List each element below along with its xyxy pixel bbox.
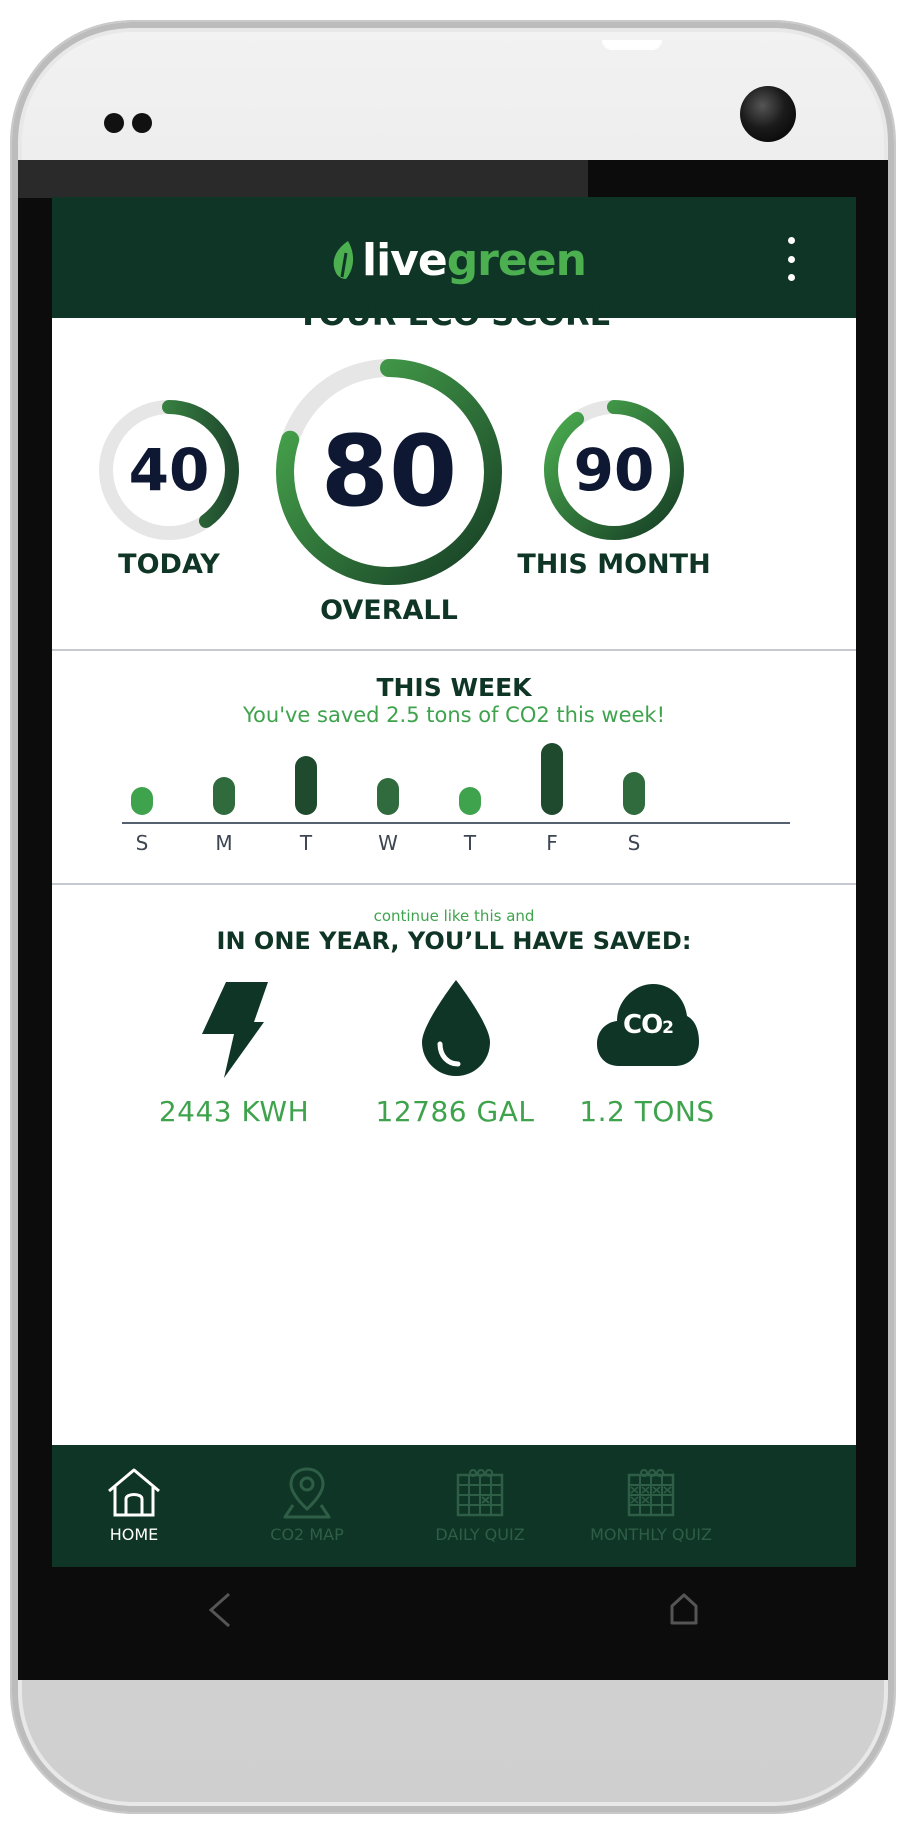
projection-title: IN ONE YEAR, YOU’LL HAVE SAVED: (216, 927, 692, 955)
nav-label-monthly-quiz: MONTHLY QUIZ (590, 1525, 712, 1544)
home-icon (108, 1468, 160, 1517)
week-day-label: T (463, 831, 477, 855)
week-bar[interactable] (377, 778, 399, 815)
phone-sensor-dot (132, 113, 152, 133)
logo-text-live: live (362, 234, 448, 286)
co2-cloud-label: CO2 (597, 1010, 699, 1040)
week-day-label: W (378, 831, 398, 855)
week-bar[interactable] (295, 756, 317, 815)
logo-text-green: green (446, 234, 587, 286)
month-score-gauge[interactable]: 90 (541, 397, 687, 543)
co2-saved-value: 1.2 TONS (579, 1095, 715, 1128)
week-subtitle: You've saved 2.5 tons of CO2 this week! (243, 703, 665, 727)
week-chart-baseline (122, 822, 790, 824)
nav-item-co2-map[interactable]: CO2 MAP (207, 1445, 407, 1567)
overall-score-value: 80 (320, 415, 458, 529)
section-divider (52, 649, 856, 651)
back-icon[interactable] (205, 1590, 235, 1630)
today-score-gauge[interactable]: 40 (96, 397, 242, 543)
system-home-icon[interactable] (668, 1592, 700, 1626)
calendar-grid-icon (627, 1469, 675, 1517)
week-day-label: M (215, 831, 233, 855)
front-camera (740, 86, 796, 142)
app-logo: live green (330, 234, 587, 286)
month-score-value: 90 (573, 436, 655, 504)
week-bar[interactable] (213, 776, 235, 815)
week-title: THIS WEEK (376, 673, 532, 702)
energy-saved-value: 2443 KWH (158, 1095, 310, 1128)
nav-item-monthly-quiz[interactable]: MONTHLY QUIZ (551, 1445, 751, 1567)
week-bar[interactable] (541, 743, 563, 815)
map-pin-icon (283, 1467, 331, 1519)
week-day-label: S (135, 831, 149, 855)
overall-score-label: OVERALL (320, 595, 458, 626)
co2-subscript: 2 (662, 1018, 674, 1038)
leaf-icon (333, 241, 354, 279)
lightning-icon (202, 982, 268, 1078)
today-score-value: 40 (128, 436, 210, 504)
phone-sensor-dot (104, 113, 124, 133)
app-screen: live green YOUR ECO SCORE 40 TODAY 80 OV… (52, 197, 856, 1567)
month-score-label: THIS MONTH (517, 549, 711, 580)
week-day-label: S (627, 831, 641, 855)
bottom-navigation: HOME CO2 MAP DAILY QUIZ MONTHLY QUIZ (52, 1445, 856, 1567)
phone-notch (602, 40, 662, 50)
calendar-icon (456, 1469, 504, 1517)
week-bar[interactable] (623, 771, 645, 815)
projection-lead: continue like this and (373, 907, 535, 925)
week-day-label: T (299, 831, 313, 855)
today-score-label: TODAY (118, 549, 220, 580)
week-bar[interactable] (131, 787, 153, 815)
nav-item-daily-quiz[interactable]: DAILY QUIZ (380, 1445, 580, 1567)
nav-label-daily-quiz: DAILY QUIZ (435, 1525, 525, 1544)
co2-cloud-icon: CO2 (597, 982, 699, 1066)
section-divider (52, 883, 856, 885)
more-vertical-icon[interactable] (778, 237, 804, 281)
nav-label-co2-map: CO2 MAP (270, 1525, 344, 1544)
week-day-label: F (546, 831, 558, 855)
water-drop-icon (422, 980, 490, 1076)
overall-score-gauge[interactable]: 80 (274, 357, 504, 587)
eco-score-title: YOUR ECO SCORE (296, 295, 612, 333)
co2-text: CO (622, 1010, 663, 1040)
week-bar[interactable] (459, 787, 481, 815)
bezel-shine (18, 160, 588, 198)
